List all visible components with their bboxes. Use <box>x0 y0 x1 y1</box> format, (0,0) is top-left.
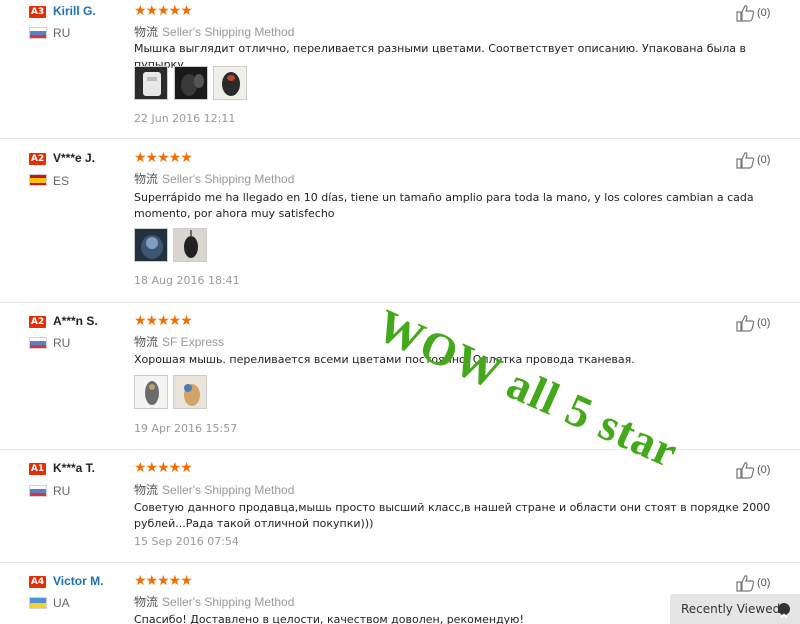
buyer-level-badge: A2 <box>29 153 46 165</box>
shipping-method: 物流 SF Express <box>134 333 224 350</box>
review-divider <box>0 562 800 563</box>
shipping-label: 物流 <box>134 595 159 609</box>
shipping-method: 物流 Seller's Shipping Method <box>134 593 294 610</box>
rating-stars: ★★★★★ <box>134 150 193 166</box>
review-photo[interactable] <box>134 66 168 100</box>
shipping-method: 物流 Seller's Shipping Method <box>134 23 294 40</box>
review-photo[interactable] <box>213 66 247 100</box>
rating-stars: ★★★★★ <box>134 460 193 476</box>
helpful-count: (0) <box>757 577 771 589</box>
helpful-button[interactable]: (0) <box>735 461 770 479</box>
helpful-count: (0) <box>757 154 771 166</box>
reviewer-name[interactable]: A***n S. <box>53 314 98 328</box>
review-date: 15 Sep 2016 07:54 <box>134 535 239 548</box>
shipping-label: 物流 <box>134 172 159 186</box>
thumbs-up-icon <box>736 462 755 479</box>
buyer-level-badge: A3 <box>29 6 46 18</box>
reviewer-name[interactable]: K***a T. <box>53 461 95 475</box>
shipping-label: 物流 <box>134 335 159 349</box>
helpful-count: (0) <box>757 317 771 329</box>
reviewer-country: RU <box>53 484 71 498</box>
flag-icon-ru <box>29 485 47 497</box>
shipping-method-text: SF Express <box>162 335 225 349</box>
reviewer-name[interactable]: Victor M. <box>53 574 103 588</box>
shipping-method-text: Seller's Shipping Method <box>162 483 295 497</box>
review-text: Superrápido me ha llegado en 10 días, ti… <box>134 191 754 220</box>
reviewer-name[interactable]: Kirill G. <box>53 4 96 18</box>
buyer-level-badge: A2 <box>29 316 46 328</box>
shipping-method-text: Seller's Shipping Method <box>162 595 295 609</box>
helpful-button[interactable]: (0) <box>735 151 770 169</box>
review-photo[interactable] <box>134 228 168 262</box>
reviewer-country: RU <box>53 26 71 40</box>
flag-icon-ru <box>29 337 47 349</box>
shipping-method-text: Seller's Shipping Method <box>162 25 295 39</box>
thumbs-up-icon <box>736 152 755 169</box>
flag-icon-ua <box>29 597 47 609</box>
helpful-button[interactable]: (0) <box>735 574 770 592</box>
recently-viewed-tab[interactable]: Recently Viewed <box>670 594 800 624</box>
reviewer-country: RU <box>53 336 71 350</box>
review-photo[interactable] <box>173 228 207 262</box>
helpful-count: (0) <box>757 464 771 476</box>
watermark-overlay: WOW all 5 star <box>369 299 687 478</box>
helpful-button[interactable]: (0) <box>735 4 770 22</box>
thumbs-up-icon <box>736 5 755 22</box>
thumbs-up-icon <box>736 315 755 332</box>
buyer-level-badge: A1 <box>29 463 46 475</box>
flag-icon-ru <box>29 27 47 39</box>
shipping-label: 物流 <box>134 25 159 39</box>
buyer-level-badge: A4 <box>29 576 46 588</box>
reviewer-country: ES <box>53 174 70 188</box>
review-date: 18 Aug 2016 18:41 <box>134 274 240 287</box>
shipping-label: 物流 <box>134 483 159 497</box>
review-divider <box>0 138 800 139</box>
helpful-button[interactable]: (0) <box>735 314 770 332</box>
reviewer-name[interactable]: V***e J. <box>53 151 95 165</box>
flag-icon-es <box>29 174 47 186</box>
helpful-count: (0) <box>757 7 771 19</box>
review-photo[interactable] <box>134 375 168 409</box>
shipping-method: 物流 Seller's Shipping Method <box>134 170 294 187</box>
rating-stars: ★★★★★ <box>134 313 193 329</box>
rating-stars: ★★★★★ <box>134 3 193 19</box>
chevron-up-icon <box>778 603 790 619</box>
recently-viewed-label: Recently Viewed <box>681 602 781 616</box>
review-photo[interactable] <box>174 66 208 100</box>
review-divider <box>0 449 800 450</box>
shipping-method: 物流 Seller's Shipping Method <box>134 481 294 498</box>
shipping-method-text: Seller's Shipping Method <box>162 172 295 186</box>
review-photo[interactable] <box>173 375 207 409</box>
reviewer-country: UA <box>53 596 70 610</box>
review-date: 22 Jun 2016 12:11 <box>134 112 236 125</box>
review-date: 19 Apr 2016 15:57 <box>134 422 238 435</box>
rating-stars: ★★★★★ <box>134 573 193 589</box>
thumbs-up-icon <box>736 575 755 592</box>
review-text: Советую данного продавца,мышь просто выс… <box>134 501 771 530</box>
